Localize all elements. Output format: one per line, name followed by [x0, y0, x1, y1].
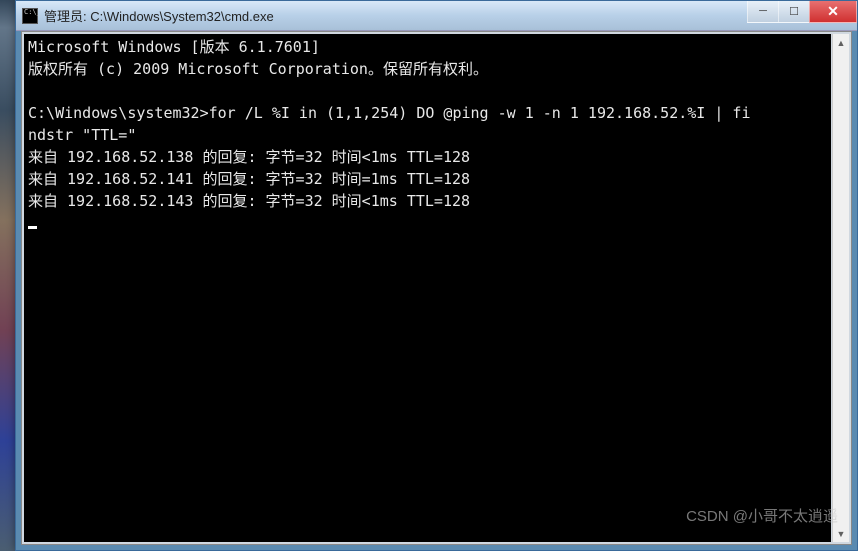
scroll-track[interactable] — [833, 51, 849, 525]
ping-reply-2: 来自 192.168.52.143 的回复: 字节=32 时间<1ms TTL=… — [28, 192, 470, 210]
cmd-window: 管理员: C:\Windows\System32\cmd.exe ─ ☐ ✕ M… — [15, 0, 858, 551]
titlebar[interactable]: 管理员: C:\Windows\System32\cmd.exe ─ ☐ ✕ — [16, 1, 857, 31]
ping-reply-1: 来自 192.168.52.141 的回复: 字节=32 时间=1ms TTL=… — [28, 170, 470, 188]
console-frame: Microsoft Windows [版本 6.1.7601] 版权所有 (c)… — [21, 31, 852, 545]
window-title: 管理员: C:\Windows\System32\cmd.exe — [44, 6, 274, 25]
window-controls: ─ ☐ ✕ — [748, 1, 857, 23]
titlebar-left: 管理员: C:\Windows\System32\cmd.exe — [22, 6, 274, 25]
vertical-scrollbar[interactable]: ▲ ▼ — [832, 34, 849, 542]
minimize-button[interactable]: ─ — [747, 1, 779, 23]
console-prompt: C:\Windows\system32> — [28, 104, 209, 122]
close-button[interactable]: ✕ — [809, 1, 857, 23]
cmd-icon[interactable] — [22, 8, 38, 24]
console-output[interactable]: Microsoft Windows [版本 6.1.7601] 版权所有 (c)… — [24, 34, 831, 542]
desktop-left-edge — [0, 0, 15, 551]
scroll-up-arrow[interactable]: ▲ — [833, 34, 849, 51]
ping-reply-0: 来自 192.168.52.138 的回复: 字节=32 时间<1ms TTL=… — [28, 148, 470, 166]
cursor — [28, 226, 37, 229]
console-header-line1: Microsoft Windows [版本 6.1.7601] — [28, 38, 320, 56]
console-header-line2: 版权所有 (c) 2009 Microsoft Corporation。保留所有… — [28, 60, 488, 78]
scroll-down-arrow[interactable]: ▼ — [833, 525, 849, 542]
maximize-button[interactable]: ☐ — [778, 1, 810, 23]
